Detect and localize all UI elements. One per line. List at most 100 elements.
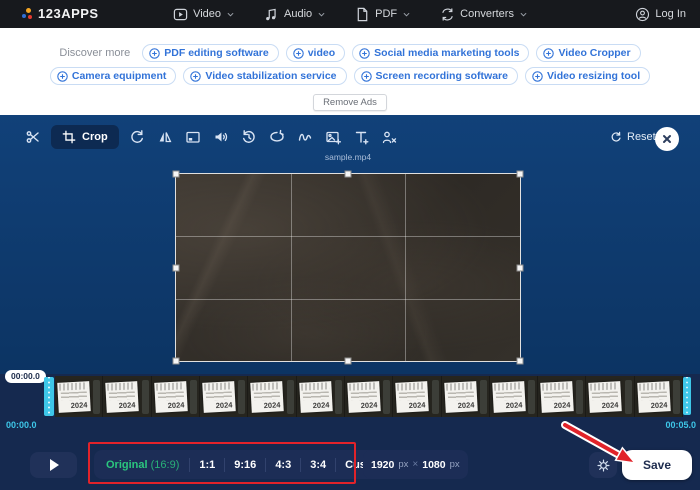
plus-circle-icon bbox=[532, 71, 543, 82]
chip-video[interactable]: video bbox=[286, 44, 345, 62]
thumbnail-year-label: 2024 bbox=[409, 400, 426, 410]
crop-gridline bbox=[176, 299, 520, 300]
chip-social-media-marketing-tools[interactable]: Social media marketing tools bbox=[352, 44, 529, 62]
chevron-down-icon bbox=[227, 11, 234, 18]
timeline-thumbnail[interactable]: 2024 bbox=[538, 376, 586, 417]
thumbnail-figure bbox=[673, 380, 680, 414]
menu-converters[interactable]: Converters bbox=[440, 7, 527, 22]
thumbnail-figure bbox=[432, 380, 439, 414]
top-navbar: 123APPS Video Audio PDF Converters bbox=[0, 0, 700, 28]
settings-button[interactable] bbox=[589, 452, 617, 478]
plus-circle-icon bbox=[543, 48, 554, 59]
thumbnail-figure bbox=[287, 380, 294, 414]
speed-button[interactable] bbox=[237, 125, 262, 150]
discover-banner: Discover more PDF editing software video… bbox=[0, 28, 700, 115]
aspect-4-3-button[interactable]: 4:3 bbox=[266, 459, 300, 471]
gear-icon bbox=[596, 458, 611, 473]
crop-handle-right[interactable] bbox=[517, 264, 524, 271]
aspect-3-4-button[interactable]: 3:4 bbox=[301, 459, 335, 471]
timeline-end-handle[interactable] bbox=[683, 377, 691, 415]
timeline-thumbnail[interactable]: 2024 bbox=[55, 376, 103, 417]
flip-button[interactable] bbox=[153, 125, 178, 150]
crop-handle-top-right[interactable] bbox=[517, 171, 524, 178]
chip-camera-equipment[interactable]: Camera equipment bbox=[50, 67, 177, 85]
crop-area[interactable] bbox=[175, 173, 521, 362]
chip-screen-recording-software[interactable]: Screen recording software bbox=[354, 67, 518, 85]
chip-label: Social media marketing tools bbox=[374, 47, 519, 59]
timeline-thumbnail[interactable]: 2024 bbox=[103, 376, 151, 417]
chip-label: Video Cropper bbox=[558, 47, 630, 59]
crop-handle-top[interactable] bbox=[345, 171, 352, 178]
plus-circle-icon bbox=[57, 71, 68, 82]
remove-logo-button[interactable] bbox=[377, 125, 402, 150]
aspect-9-16-button[interactable]: 9:16 bbox=[225, 459, 265, 471]
person-x-icon bbox=[381, 129, 397, 145]
timeline-thumbnail[interactable]: 2024 bbox=[248, 376, 296, 417]
volume-button[interactable] bbox=[209, 125, 234, 150]
timeline-thumbnail[interactable]: 2024 bbox=[200, 376, 248, 417]
chip-video-stabilization-service[interactable]: Video stabilization service bbox=[183, 67, 346, 85]
crop-button-label: Crop bbox=[82, 131, 108, 143]
crop-handle-bottom-right[interactable] bbox=[517, 358, 524, 365]
play-button[interactable] bbox=[30, 452, 77, 478]
thumbnail-figure bbox=[480, 380, 487, 414]
loop-button[interactable] bbox=[265, 125, 290, 150]
plus-circle-icon bbox=[149, 48, 160, 59]
rotate-button[interactable] bbox=[125, 125, 150, 150]
timeline-thumbnail[interactable]: 2024 bbox=[297, 376, 345, 417]
thumbnail-figure bbox=[576, 380, 583, 414]
chevron-down-icon bbox=[520, 11, 527, 18]
loop-icon bbox=[269, 129, 285, 145]
censor-button[interactable] bbox=[293, 125, 318, 150]
filmstrip[interactable]: 2024 2024 2024 2024 2024 bbox=[55, 376, 683, 417]
add-image-button[interactable] bbox=[321, 125, 346, 150]
thumbnail-calendar-page: 2024 bbox=[395, 381, 429, 413]
height-input[interactable]: 1080 bbox=[422, 459, 445, 471]
close-button[interactable] bbox=[655, 127, 679, 151]
remove-ads-button[interactable]: Remove Ads bbox=[313, 94, 387, 111]
timeline-thumbnail[interactable]: 2024 bbox=[393, 376, 441, 417]
aspect-1-1-button[interactable]: 1:1 bbox=[190, 459, 224, 471]
timeline-thumbnail[interactable]: 2024 bbox=[586, 376, 634, 417]
crop-handle-left[interactable] bbox=[173, 264, 180, 271]
timeline-thumbnail[interactable]: 2024 bbox=[152, 376, 200, 417]
chip-video-resizing-tool[interactable]: Video resizing tool bbox=[525, 67, 650, 85]
chip-video-cropper[interactable]: Video Cropper bbox=[536, 44, 640, 62]
resize-button[interactable] bbox=[181, 125, 206, 150]
login-button[interactable]: Log In bbox=[635, 0, 686, 28]
crop-gridline bbox=[176, 236, 520, 237]
chip-pdf-editing-software[interactable]: PDF editing software bbox=[142, 44, 278, 62]
crop-handle-bottom[interactable] bbox=[345, 358, 352, 365]
timeline-thumbnail[interactable]: 2024 bbox=[490, 376, 538, 417]
save-button[interactable]: Save bbox=[622, 450, 692, 480]
scribble-icon bbox=[297, 129, 313, 145]
plus-circle-icon bbox=[359, 48, 370, 59]
timeline-thumbnail[interactable]: 2024 bbox=[442, 376, 490, 417]
image-plus-icon bbox=[325, 129, 341, 145]
crop-button-active[interactable]: Crop bbox=[51, 125, 119, 149]
aspect-original-button[interactable]: Original (16:9) bbox=[96, 459, 189, 471]
width-input[interactable]: 1920 bbox=[371, 459, 394, 471]
speed-clock-icon bbox=[241, 129, 257, 145]
menu-audio[interactable]: Audio bbox=[264, 7, 325, 22]
reset-button[interactable]: Reset bbox=[610, 131, 656, 143]
rotate-icon bbox=[129, 129, 145, 145]
audio-icon bbox=[264, 7, 279, 22]
menu-video[interactable]: Video bbox=[173, 7, 234, 22]
timeline-playhead[interactable] bbox=[44, 377, 54, 416]
timeline-thumbnail[interactable]: 2024 bbox=[635, 376, 683, 417]
crop-handle-top-left[interactable] bbox=[173, 171, 180, 178]
menu-pdf[interactable]: PDF bbox=[355, 7, 410, 22]
thumbnail-calendar-page: 2024 bbox=[106, 381, 140, 413]
thumbnail-year-label: 2024 bbox=[360, 400, 377, 410]
plus-circle-icon bbox=[361, 71, 372, 82]
add-text-button[interactable] bbox=[349, 125, 374, 150]
thumbnail-calendar-page: 2024 bbox=[637, 381, 671, 413]
trim-button[interactable] bbox=[20, 125, 45, 150]
crop-handle-bottom-left[interactable] bbox=[173, 358, 180, 365]
chip-label: Video resizing tool bbox=[547, 70, 640, 82]
reset-label: Reset bbox=[627, 131, 656, 143]
aspect-ratio-group: Original (16:9) 1:1 9:16 4:3 3:4 Custom bbox=[94, 450, 397, 479]
thumbnail-calendar-page: 2024 bbox=[154, 381, 188, 413]
timeline-thumbnail[interactable]: 2024 bbox=[345, 376, 393, 417]
